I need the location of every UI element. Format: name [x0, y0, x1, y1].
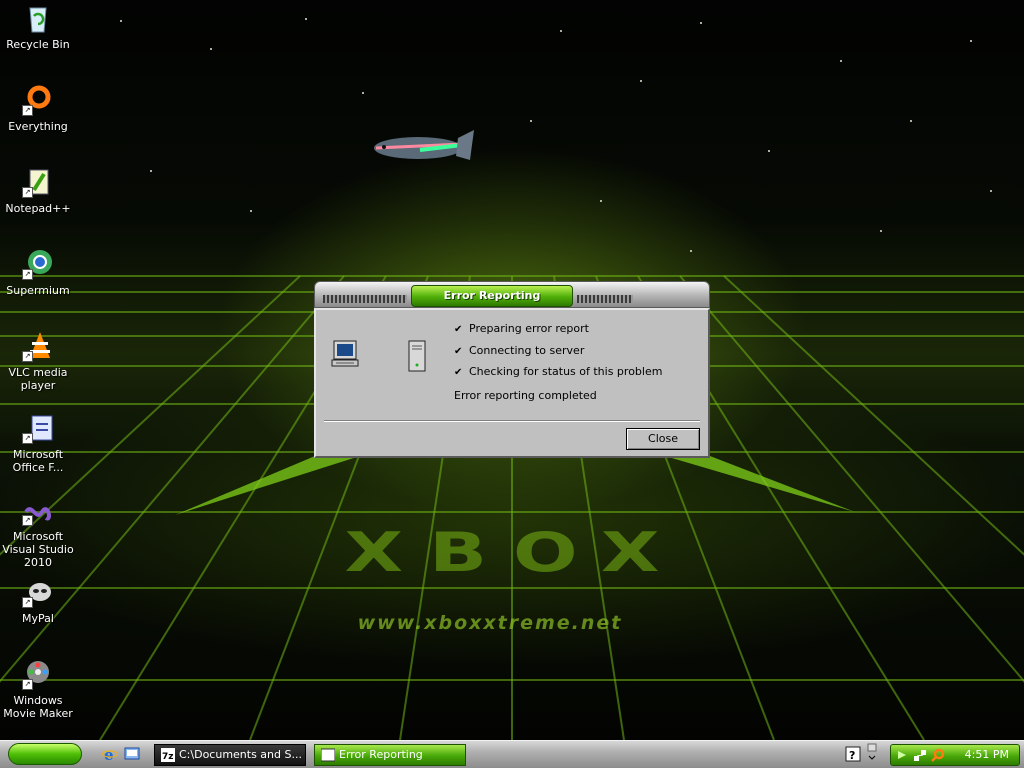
clock[interactable]: 4:51 PM — [965, 745, 1009, 765]
network-tray-icon[interactable] — [913, 748, 927, 762]
search-tray-icon[interactable] — [931, 748, 945, 762]
desktop-icon-label: Windows Movie Maker — [3, 694, 73, 720]
checkmark-icon: ✔ — [454, 346, 463, 357]
recycle-bin-icon — [22, 2, 54, 34]
status-text: Error reporting completed — [454, 389, 597, 402]
step-label: Preparing error report — [469, 322, 589, 335]
desktop-icon-label: Supermium — [6, 284, 70, 297]
taskbar-button-label: Error Reporting — [339, 748, 423, 761]
checkmark-icon: ✔ — [454, 324, 463, 335]
desktop-icon-visual-studio[interactable]: ↗ Microsoft Visual Studio 2010 — [0, 494, 76, 569]
desktop-icon-label: VLC media player — [8, 366, 68, 392]
internet-explorer-icon[interactable]: e — [101, 746, 119, 764]
desktop-icon-vlc[interactable]: ↗ VLC media player — [0, 330, 76, 392]
checkmark-icon: ✔ — [454, 367, 463, 378]
toolbar-chevron-icon[interactable] — [866, 743, 878, 763]
taskbar-button-command-prompt[interactable]: 7z C:\Documents and S... — [154, 744, 306, 766]
svg-text:e: e — [104, 746, 114, 762]
server-icon — [406, 340, 428, 372]
wallpaper-url-text: www.xboxxtreme.net — [357, 612, 623, 634]
system-tray: 4:51 PM — [890, 744, 1020, 766]
svg-text:?: ? — [849, 749, 855, 762]
desktop-icon-recycle-bin[interactable]: Recycle Bin — [0, 2, 76, 51]
desktop-icon-notepad-plus-plus[interactable]: ↗ Notepad++ — [0, 166, 76, 215]
dialog-title: Error Reporting — [411, 285, 573, 307]
dialog-separator — [324, 420, 700, 422]
desktop-icon-label: Microsoft Office F... — [12, 448, 64, 474]
visual-studio-icon: ↗ — [22, 494, 54, 526]
step-label: Connecting to server — [469, 344, 585, 357]
titlebar-grip-right — [577, 295, 633, 303]
shortcut-arrow-icon: ↗ — [22, 597, 33, 608]
office-frontpage-icon: ↗ — [22, 412, 54, 444]
taskbar-button-error-reporting[interactable]: Error Reporting — [314, 744, 466, 766]
wallpaper-logo-text: XBOX — [344, 520, 686, 585]
supermium-browser-icon: ↗ — [22, 248, 54, 280]
shortcut-arrow-icon: ↗ — [22, 351, 33, 362]
desktop-icon-label: Recycle Bin — [6, 38, 70, 51]
desktop-icon-movie-maker[interactable]: ↗ Windows Movie Maker — [0, 658, 76, 720]
desktop-icon-label: Microsoft Visual Studio 2010 — [2, 530, 74, 569]
desktop-icon-label: MyPal — [22, 612, 54, 625]
error-reporting-dialog: Error Reporting ✔ Preparing error report … — [314, 281, 710, 458]
vlc-cone-icon: ↗ — [22, 330, 54, 362]
everything-search-icon: ↗ — [22, 84, 54, 116]
shortcut-arrow-icon: ↗ — [22, 187, 33, 198]
desktop-icon-microsoft-office[interactable]: ↗ Microsoft Office F... — [0, 412, 76, 474]
movie-maker-film-icon: ↗ — [22, 658, 54, 690]
step-connecting: ✔ Connecting to server — [454, 344, 584, 358]
dialog-titlebar[interactable]: Error Reporting — [314, 281, 710, 308]
desktop-icon-label: Notepad++ — [5, 202, 71, 215]
mypal-raccoon-icon: ↗ — [22, 576, 54, 608]
help-icon[interactable]: ? — [845, 746, 861, 762]
shortcut-arrow-icon: ↗ — [22, 105, 33, 116]
titlebar-grip-left — [323, 295, 407, 303]
shortcut-arrow-icon: ↗ — [22, 679, 33, 690]
7zip-icon: 7z — [161, 748, 175, 762]
desktop-icon-everything[interactable]: ↗ Everything — [0, 84, 76, 133]
shortcut-arrow-icon: ↗ — [22, 269, 33, 280]
desktop-icon-label: Everything — [8, 120, 68, 133]
dialog-body: ✔ Preparing error report ✔ Connecting to s… — [314, 308, 710, 458]
fish-image — [374, 130, 474, 160]
svg-text:7z: 7z — [162, 752, 174, 762]
tray-arrow-icon[interactable] — [895, 748, 909, 762]
close-button[interactable]: Close — [626, 428, 700, 450]
window-icon — [320, 748, 336, 762]
computer-icon — [330, 338, 362, 370]
step-preparing: ✔ Preparing error report — [454, 322, 589, 336]
shortcut-arrow-icon: ↗ — [22, 433, 33, 444]
step-label: Checking for status of this problem — [469, 365, 663, 378]
taskbar-button-label: C:\Documents and S... — [179, 748, 302, 761]
start-button[interactable] — [8, 743, 82, 765]
show-desktop-icon[interactable] — [124, 746, 140, 762]
step-checking-status: ✔ Checking for status of this problem — [454, 365, 662, 379]
desktop-icon-mypal[interactable]: ↗ MyPal — [0, 576, 76, 625]
notepad-plus-plus-icon: ↗ — [22, 166, 54, 198]
desktop-icon-supermium[interactable]: ↗ Supermium — [0, 248, 76, 297]
shortcut-arrow-icon: ↗ — [22, 515, 33, 526]
taskbar: e 7z C:\Documents and S... Error Reporti… — [0, 740, 1024, 768]
